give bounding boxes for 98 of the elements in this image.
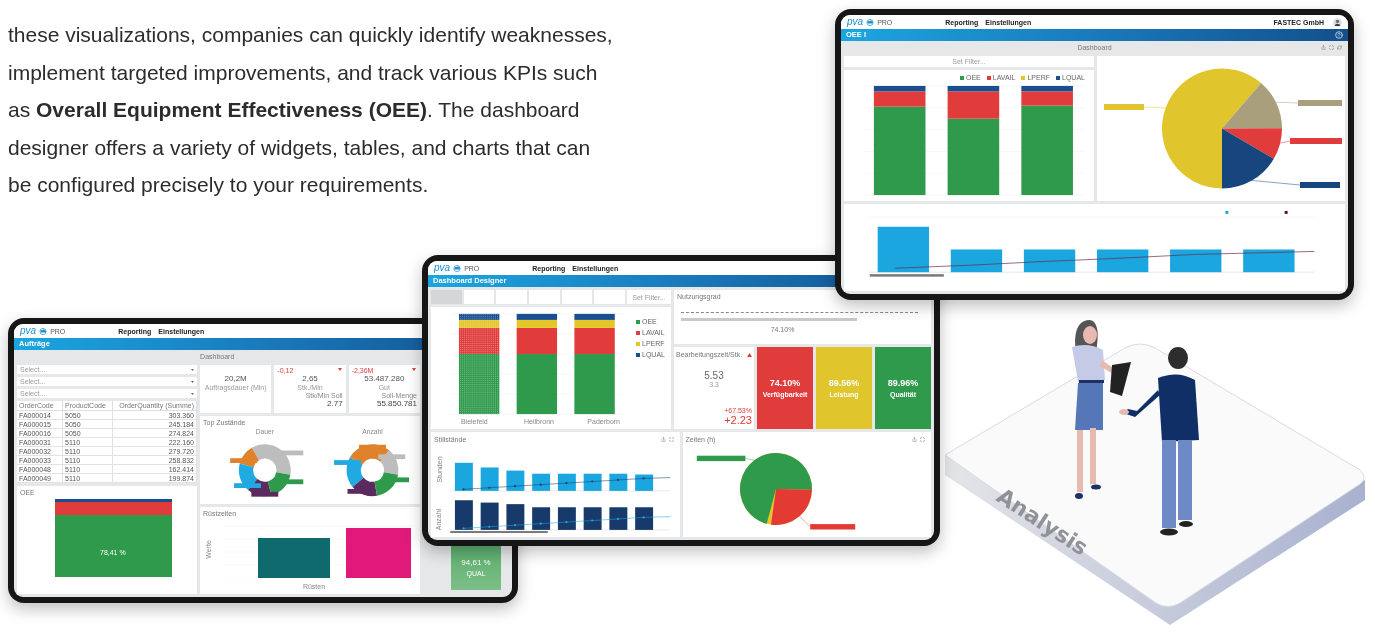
chart-bar xyxy=(506,504,525,530)
filter-button[interactable] xyxy=(496,290,527,304)
data-point xyxy=(513,524,517,527)
filter-button[interactable] xyxy=(529,290,560,304)
tile-value: 89.56% xyxy=(828,378,860,388)
chart-bar xyxy=(609,507,628,530)
kpi-target: 2.77 xyxy=(326,400,343,408)
data-point xyxy=(616,517,620,521)
chart-bar xyxy=(506,470,525,491)
leader-line xyxy=(1251,180,1301,186)
kpi-value: 5.53 xyxy=(703,371,725,381)
chart-bar xyxy=(454,500,473,530)
logo-text: pva xyxy=(434,263,451,273)
intro-paragraph: these visualizations, companies can quickly identify weaknesses, implement targeted improvements, and track various KPIs such as Overall Equipment Effectiveness (OEE). The dashboard designer offers a variety of widgets, tables, and charts that can be configured precisely to your requirements. xyxy=(7,22,614,198)
help-icon[interactable] xyxy=(1335,31,1343,39)
label-tag xyxy=(251,491,279,497)
data-point xyxy=(539,522,542,525)
data-point xyxy=(488,486,491,489)
label-tag xyxy=(359,444,386,450)
data-point xyxy=(616,478,620,482)
label-tag xyxy=(1298,100,1342,106)
tile-value: 74.10% xyxy=(769,378,801,388)
chart-bar xyxy=(1096,249,1149,273)
leader-line xyxy=(1143,106,1166,109)
label-tag xyxy=(1300,182,1340,188)
label-tag xyxy=(234,483,261,488)
tile-value: 89.96% xyxy=(887,378,919,388)
chart-bar xyxy=(454,462,473,491)
data-point xyxy=(642,516,645,519)
chart-bar xyxy=(557,507,576,530)
filter-button[interactable] xyxy=(561,290,593,304)
chart-bar xyxy=(532,473,551,491)
refresh-icon[interactable] xyxy=(1337,44,1342,50)
kpi-value: 20,2M xyxy=(223,375,248,383)
label-tag xyxy=(1290,138,1342,144)
data-point xyxy=(565,521,568,524)
expand-icon[interactable] xyxy=(920,437,925,442)
leader-line xyxy=(744,458,755,461)
kpi-value: 53.487.280 xyxy=(363,375,406,383)
caret-icon xyxy=(191,392,194,395)
legend-swatch xyxy=(1225,210,1229,214)
kpi-change: +2.23 xyxy=(724,415,752,426)
data-point xyxy=(642,477,645,480)
legend-swatch xyxy=(1284,210,1288,214)
data-point xyxy=(513,485,517,488)
scrollbar[interactable] xyxy=(450,531,548,533)
warning-triangle-icon xyxy=(747,352,752,357)
label-tag xyxy=(378,454,406,460)
leader-line xyxy=(1279,140,1291,144)
data-point xyxy=(488,525,491,528)
avatar-icon[interactable] xyxy=(1333,17,1342,27)
data-point xyxy=(539,483,542,486)
data-point xyxy=(591,519,594,522)
cloud-logo-icon xyxy=(453,264,462,272)
expand-icon[interactable] xyxy=(668,437,674,442)
chart-bar xyxy=(1023,249,1076,273)
label-tag xyxy=(1104,104,1144,110)
kpi-value: 2,65 xyxy=(301,375,319,383)
down-triangle-icon xyxy=(337,368,342,371)
filter-button[interactable] xyxy=(594,290,626,304)
data-point xyxy=(565,482,568,485)
chart-bar xyxy=(1170,249,1222,273)
caret-icon xyxy=(191,368,194,371)
chart-bar xyxy=(877,226,930,273)
chart-bar xyxy=(583,507,602,530)
chart-bar xyxy=(480,467,499,491)
chart-bar xyxy=(532,507,551,530)
chart-bar xyxy=(635,507,654,530)
cloud-logo-icon xyxy=(866,18,875,26)
chart-bar xyxy=(480,502,499,530)
data-point xyxy=(591,480,594,483)
chart-bar xyxy=(1243,249,1295,273)
data-point xyxy=(462,527,465,530)
label-tag xyxy=(809,524,855,530)
filter-button[interactable] xyxy=(463,290,495,304)
chart-bar xyxy=(950,249,1003,273)
tile-value: 94,61 % xyxy=(461,558,491,567)
kpi-target: 55.850.781 xyxy=(375,400,417,408)
chart-bar xyxy=(609,473,628,491)
leader-line xyxy=(798,515,810,528)
caret-icon xyxy=(191,380,194,383)
chart-bar xyxy=(258,537,330,578)
share-icon[interactable] xyxy=(912,437,917,442)
down-triangle-icon xyxy=(412,368,416,371)
logo-text: pva xyxy=(20,326,37,336)
logo-text: pva xyxy=(847,17,864,27)
leader-line xyxy=(1275,101,1299,104)
chart-bar xyxy=(557,473,576,491)
expand-icon[interactable] xyxy=(1329,44,1334,50)
chart-bar xyxy=(346,527,411,578)
scrollbar[interactable] xyxy=(869,274,944,277)
data-point xyxy=(462,488,465,491)
share-icon[interactable] xyxy=(1321,44,1326,50)
label-tag xyxy=(334,460,361,465)
label-tag xyxy=(696,455,745,462)
cloud-logo-icon xyxy=(39,327,48,335)
label-tag xyxy=(230,458,258,463)
share-icon[interactable] xyxy=(660,437,666,442)
